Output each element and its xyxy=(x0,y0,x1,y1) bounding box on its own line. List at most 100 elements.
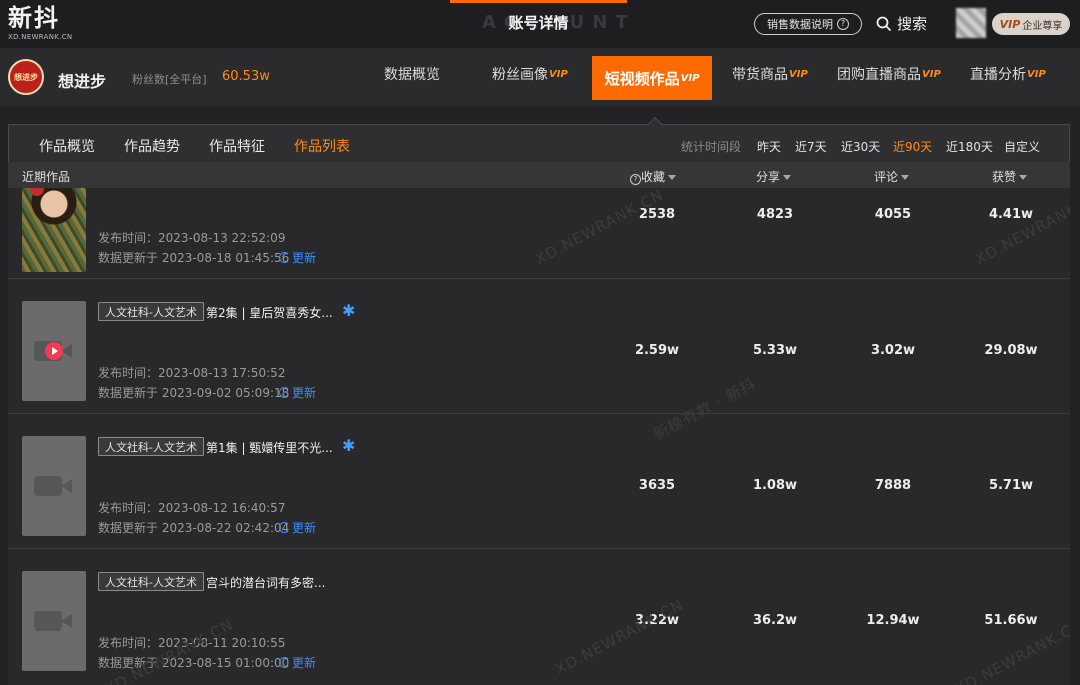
comment-count: 4055 xyxy=(874,207,912,222)
vip-enterprise-badge[interactable]: VIP 企业尊享 xyxy=(992,13,1070,35)
data-updated-time: 数据更新于 2023-09-02 05:09:18 xyxy=(98,386,290,400)
tab-label: 短视频作品 xyxy=(604,69,680,88)
column-label: 分享 xyxy=(756,170,781,184)
tab-data-overview[interactable]: 数据概览 xyxy=(384,48,440,100)
sort-caret-icon xyxy=(1019,175,1028,180)
tab-group-live-products[interactable]: 团购直播商品 VIP xyxy=(837,48,941,100)
search-label: 搜索 xyxy=(897,15,928,33)
page-title: 账号详情 xyxy=(508,14,569,32)
column-share-header[interactable]: 分享 xyxy=(756,168,792,185)
refresh-button[interactable]: 更新 xyxy=(279,384,316,401)
column-label: 获赞 xyxy=(992,170,1017,184)
refresh-icon xyxy=(279,522,290,533)
collect-count: 3635 xyxy=(638,478,676,493)
period-7d[interactable]: 近7天 xyxy=(795,138,827,155)
logo-text: 新抖 xyxy=(8,4,60,32)
table-row[interactable]: 人文社科-人文艺术 第1集 | 甄嬛传里不光... ✱ 发布时间：2023-08… xyxy=(8,414,1070,549)
video-title[interactable]: 第2集 | 皇后贺喜秀女... xyxy=(206,304,333,321)
video-camera-icon xyxy=(34,473,74,499)
category-tag[interactable]: 人文社科-人文艺术 xyxy=(98,437,204,456)
video-thumbnail[interactable] xyxy=(22,301,86,401)
publish-time: 发布时间：2023-08-12 16:40:57 xyxy=(98,501,286,515)
comment-count: 7888 xyxy=(874,478,912,493)
data-updated-time: 数据更新于 2023-08-22 02:42:04 xyxy=(98,521,290,535)
column-collect-header[interactable]: ? 收藏 xyxy=(630,168,677,185)
sales-data-help-label: 销售数据说明 xyxy=(767,18,833,31)
page-title-accent-bar xyxy=(450,0,627,3)
period-180d[interactable]: 近180天 xyxy=(946,138,993,155)
search-button[interactable]: 搜索 xyxy=(876,13,927,34)
column-label: 收藏 xyxy=(641,170,666,184)
tab-live-analysis[interactable]: 直播分析 VIP xyxy=(970,48,1046,100)
tab-label: 粉丝画像 xyxy=(492,67,548,83)
logo-subtext: XD.NEWRANK.CN xyxy=(8,33,73,41)
category-tag[interactable]: 人文社科-人文艺术 xyxy=(98,302,204,321)
vip-label: VIP xyxy=(999,17,1021,31)
share-count: 5.33w xyxy=(752,343,798,358)
subtab-works-list[interactable]: 作品列表 xyxy=(294,136,350,156)
vip-mark: VIP xyxy=(680,72,700,84)
tab-label: 团购直播商品 xyxy=(837,67,921,83)
video-thumbnail[interactable] xyxy=(22,188,86,272)
tab-products[interactable]: 带货商品 VIP xyxy=(732,48,808,100)
category-tag[interactable]: 人文社科-人文艺术 xyxy=(98,572,204,591)
refresh-label: 更新 xyxy=(292,521,317,535)
thumbnail-badge xyxy=(30,188,44,196)
refresh-label: 更新 xyxy=(292,251,317,265)
sort-caret-icon xyxy=(901,175,910,180)
period-yesterday[interactable]: 昨天 xyxy=(757,138,781,155)
tab-label: 直播分析 xyxy=(970,67,1026,83)
video-thumbnail[interactable] xyxy=(22,571,86,671)
refresh-icon xyxy=(279,387,290,398)
likes-count: 4.41w xyxy=(988,207,1034,222)
recent-works-label: 近期作品 xyxy=(22,170,71,184)
account-avatar-text: 想进步 xyxy=(14,72,38,82)
vip-mark: VIP xyxy=(549,68,568,80)
sort-caret-icon xyxy=(783,175,792,180)
publish-time: 发布时间：2023-08-13 17:50:52 xyxy=(98,366,286,380)
refresh-icon xyxy=(279,252,290,263)
likes-count: 29.08w xyxy=(984,343,1038,358)
snowflake-icon: ✱ xyxy=(342,436,356,455)
column-comment-header[interactable]: 评论 xyxy=(874,168,910,185)
subtab-works-features[interactable]: 作品特征 xyxy=(209,136,265,156)
page-title-area: ACCOUNT 账号详情 xyxy=(450,0,628,48)
video-thumbnail[interactable] xyxy=(22,436,86,536)
account-name: 想进步 xyxy=(58,72,107,91)
subtab-works-overview[interactable]: 作品概览 xyxy=(39,136,95,156)
sort-caret-icon xyxy=(668,175,677,180)
search-icon xyxy=(876,16,892,31)
question-icon: ? xyxy=(630,174,641,185)
refresh-button[interactable]: 更新 xyxy=(279,519,316,536)
video-title[interactable]: 宫斗的潜台词有多密... xyxy=(206,574,325,591)
video-title[interactable]: 第1集 | 甄嬛传里不光... xyxy=(206,439,333,456)
table-row[interactable]: 人文社科-人文艺术 宫斗的潜台词有多密... 发布时间：2023-08-11 2… xyxy=(8,549,1070,685)
table-row[interactable]: 人文社科-人文艺术 第2集 | 皇后贺喜秀女... ✱ 发布时间：2023-08… xyxy=(8,279,1070,414)
collect-count: 2.59w xyxy=(634,343,680,358)
table-header: 近期作品 ? 收藏 分享 评论 获赞 xyxy=(8,162,1070,188)
period-custom[interactable]: 自定义 xyxy=(1004,138,1040,155)
sales-data-help-button[interactable]: 销售数据说明 ? xyxy=(754,13,862,35)
period-30d[interactable]: 近30天 xyxy=(841,138,880,155)
publish-time: 发布时间：2023-08-11 20:10:55 xyxy=(98,636,286,650)
refresh-icon xyxy=(279,657,290,668)
refresh-button[interactable]: 更新 xyxy=(279,654,316,671)
user-avatar[interactable] xyxy=(956,8,986,38)
table-row[interactable]: 发布时间：2023-08-13 22:52:09 数据更新于 2023-08-1… xyxy=(8,188,1070,279)
publish-time: 发布时间：2023-08-13 22:52:09 xyxy=(98,231,286,245)
fans-count-label: 粉丝数[全平台] xyxy=(132,73,207,86)
share-count: 36.2w xyxy=(752,613,798,628)
period-90d[interactable]: 近90天 xyxy=(893,138,932,155)
logo[interactable]: 新抖 XD.NEWRANK.CN xyxy=(8,4,72,41)
vip-text: 企业尊享 xyxy=(1022,20,1063,32)
data-updated-time: 数据更新于 2023-08-18 01:45:56 xyxy=(98,251,290,265)
period-label: 统计时间段 xyxy=(681,140,742,154)
vip-mark: VIP xyxy=(1027,68,1046,80)
subtab-works-trend[interactable]: 作品趋势 xyxy=(124,136,180,156)
tab-short-videos[interactable]: 短视频作品 VIP xyxy=(592,56,712,100)
tab-label: 带货商品 xyxy=(732,67,788,83)
likes-count: 5.71w xyxy=(988,478,1034,493)
refresh-button[interactable]: 更新 xyxy=(279,249,316,266)
tab-fans-profile[interactable]: 粉丝画像 VIP xyxy=(492,48,568,100)
column-likes-header[interactable]: 获赞 xyxy=(992,168,1028,185)
